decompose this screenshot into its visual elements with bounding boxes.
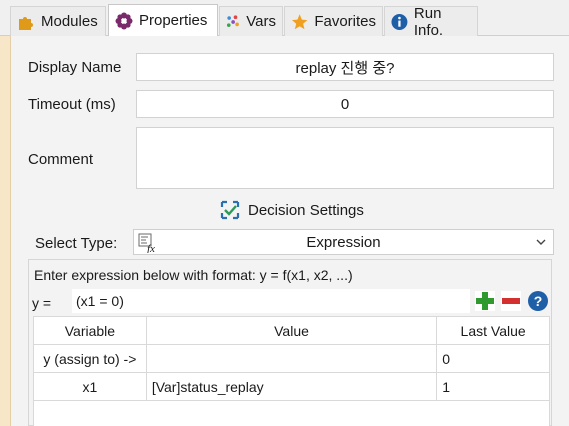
select-type-dropdown[interactable]: fx Expression	[133, 229, 554, 255]
tab-favorites[interactable]: Favorites	[284, 6, 383, 36]
function-icon: fx	[138, 233, 155, 253]
display-name-label: Display Name	[28, 59, 122, 76]
tab-label: Modules	[41, 13, 98, 30]
display-name-field[interactable]: replay 진행 중?	[136, 53, 554, 81]
column-header-value[interactable]: Value	[145, 316, 438, 345]
timeout-field[interactable]: 0	[136, 90, 554, 118]
tab-run-info[interactable]: Run Info.	[384, 4, 478, 39]
table-row[interactable]: x1 [Var]status_replay 1	[33, 372, 550, 401]
timeout-label: Timeout (ms)	[28, 96, 116, 113]
expression-input[interactable]: (x1 = 0)	[72, 289, 470, 313]
table-empty-area	[33, 401, 550, 426]
variables-table: Variable Value Last Value y (assign to) …	[33, 316, 550, 401]
column-header-last-value[interactable]: Last Value	[436, 316, 550, 345]
dots-icon	[226, 14, 239, 27]
table-header-row: Variable Value Last Value	[33, 316, 550, 345]
variable-cell: y (assign to) ->	[33, 344, 147, 373]
tab-vars[interactable]: Vars	[219, 6, 283, 36]
decision-icon	[220, 200, 240, 220]
select-type-label: Select Type:	[35, 235, 118, 252]
tab-modules[interactable]: Modules	[10, 6, 106, 36]
remove-variable-button[interactable]	[500, 290, 522, 312]
tab-properties[interactable]: Properties	[108, 4, 218, 36]
comment-label: Comment	[28, 151, 94, 168]
puzzle-icon	[19, 16, 33, 30]
select-type-value: Expression	[306, 233, 381, 251]
flower-gear-icon	[115, 12, 133, 29]
chevron-down-icon	[536, 239, 546, 245]
tab-label: Favorites	[314, 13, 376, 30]
tab-label: Run Info.	[413, 4, 444, 39]
value-cell[interactable]: [Var]status_replay	[145, 372, 438, 401]
expression-hint: Enter expression below with format: y = …	[34, 267, 353, 283]
table-row[interactable]: y (assign to) -> 0	[33, 344, 550, 373]
comment-field[interactable]	[136, 127, 554, 189]
variable-cell: x1	[33, 372, 147, 401]
svg-text:fx: fx	[147, 243, 155, 253]
last-value-cell: 0	[436, 344, 550, 373]
last-value-cell: 1	[436, 372, 550, 401]
star-icon	[291, 13, 308, 29]
decision-settings-title: Decision Settings	[248, 201, 364, 219]
add-variable-button[interactable]	[474, 290, 496, 312]
svg-text:?: ?	[534, 293, 543, 309]
tab-label: Properties	[139, 12, 208, 29]
column-header-variable[interactable]: Variable	[33, 316, 147, 345]
tab-label: Vars	[246, 13, 276, 30]
tab-bar: Modules Properties Vars Favorites Run In…	[0, 0, 569, 39]
value-cell[interactable]	[145, 344, 438, 373]
decision-settings-header: Decision Settings	[220, 199, 364, 221]
y-equals-label: y =	[32, 295, 52, 311]
side-strip	[0, 36, 11, 426]
help-button[interactable]: ?	[527, 290, 549, 312]
info-icon	[391, 13, 408, 30]
